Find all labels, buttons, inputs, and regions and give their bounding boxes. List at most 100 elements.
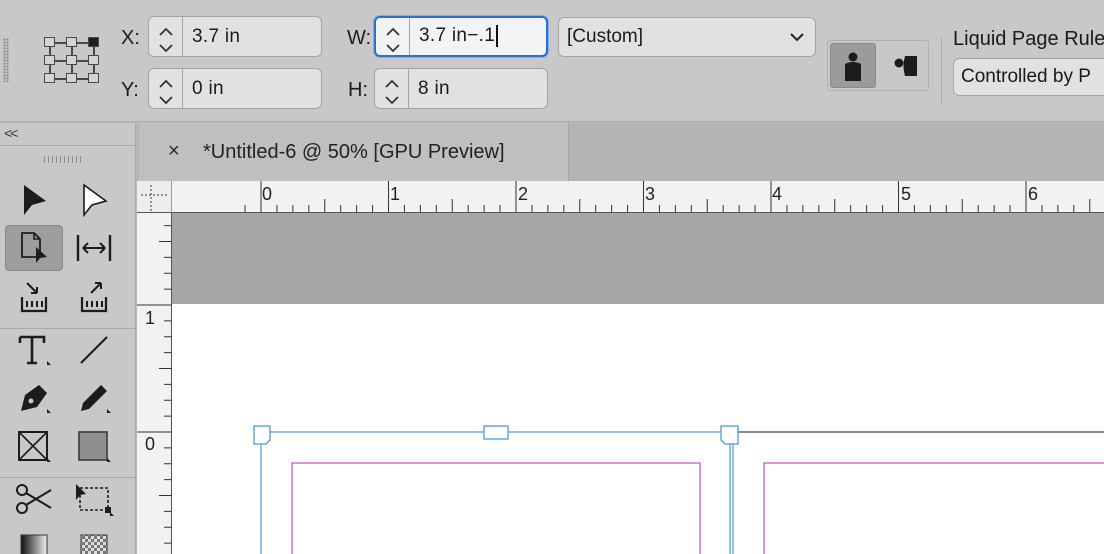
panel-grip[interactable] <box>3 38 9 82</box>
horizontal-ruler-ticks <box>244 181 1091 212</box>
stepper-down-icon[interactable] <box>385 40 401 52</box>
ruler-label: 1 <box>145 308 156 328</box>
ref-point-middle-left[interactable] <box>44 55 55 65</box>
landscape-icon <box>894 55 917 76</box>
portrait-icon <box>845 52 861 81</box>
pen-tool[interactable] <box>5 375 63 421</box>
pencil-tool[interactable] <box>65 375 123 421</box>
selection-arrow-icon <box>24 185 46 215</box>
ruler-origin[interactable] <box>137 181 172 213</box>
direct-selection-arrow-icon <box>83 183 108 218</box>
width-field[interactable]: 3.7 in−.1 <box>374 16 548 57</box>
ref-point-top-right-selected[interactable] <box>88 37 99 47</box>
stepper-down-icon[interactable] <box>384 92 400 104</box>
height-stepper[interactable] <box>375 69 409 108</box>
ruler-label: 0 <box>262 184 273 204</box>
stepper-up-icon[interactable] <box>385 24 401 36</box>
page-size-dropdown[interactable]: [Custom] <box>558 17 816 57</box>
ref-point-top-left[interactable] <box>44 37 55 47</box>
width-text: 3.7 in−.1 <box>419 25 496 47</box>
x-value[interactable]: 3.7 in <box>183 26 240 48</box>
liquid-page-rule-dropdown[interactable]: Controlled by P <box>953 58 1104 96</box>
stepper-up-icon[interactable] <box>384 76 400 88</box>
w-label: W: <box>347 27 372 49</box>
x-label: X: <box>121 27 140 49</box>
free-transform-tool[interactable] <box>65 476 123 522</box>
stepper-down-icon[interactable] <box>158 40 174 52</box>
scissors-icon <box>16 484 52 514</box>
stepper-up-icon[interactable] <box>158 76 174 88</box>
gradient-swatch-tool[interactable] <box>5 525 63 554</box>
line-tool[interactable] <box>65 327 123 373</box>
width-value[interactable]: 3.7 in−.1 <box>410 25 498 48</box>
portrait-button[interactable] <box>830 43 876 88</box>
content-collector-tool[interactable] <box>5 275 63 321</box>
control-divider <box>941 38 942 104</box>
ref-point-top-center[interactable] <box>66 37 77 47</box>
type-tool[interactable] <box>5 327 63 373</box>
document-tab[interactable]: × *Untitled-6 @ 50% [GPU Preview] <box>139 123 569 181</box>
rectangle-icon <box>78 431 111 462</box>
ruler-origin-icon <box>141 185 167 211</box>
content-placer-tool[interactable] <box>65 275 123 321</box>
line-tool-icon <box>80 336 108 364</box>
pencil-tool-icon <box>81 385 111 413</box>
ref-point-bottom-center[interactable] <box>66 73 77 83</box>
ruler-label: 1 <box>390 184 401 204</box>
rectangle-frame-icon <box>18 431 51 462</box>
reference-point-locator[interactable] <box>44 36 100 88</box>
stepper-down-icon[interactable] <box>158 92 174 104</box>
h-label: H: <box>348 79 368 101</box>
width-stepper[interactable] <box>376 18 410 55</box>
document-tab-title[interactable]: *Untitled-6 @ 50% [GPU Preview] <box>203 141 505 164</box>
document-page[interactable] <box>172 304 1104 554</box>
landscape-button[interactable] <box>882 43 928 88</box>
content-collector-icon <box>20 282 48 313</box>
direct-selection-tool[interactable] <box>65 177 123 223</box>
ref-point-center[interactable] <box>66 55 77 65</box>
free-transform-icon <box>76 484 114 516</box>
y-stepper[interactable] <box>149 69 183 108</box>
page-tool-icon <box>21 232 47 263</box>
chevron-down-icon <box>790 33 804 42</box>
gradient-feather-tool[interactable] <box>65 525 123 554</box>
height-field[interactable]: 8 in <box>374 68 548 109</box>
gradient-feather-icon <box>80 534 108 554</box>
vertical-ruler-ticks <box>137 225 171 544</box>
liquid-page-rule-label: Liquid Page Rule <box>953 28 1104 50</box>
collapse-panel-button[interactable]: << <box>4 125 18 141</box>
y-label: Y: <box>121 79 139 101</box>
ref-point-bottom-right[interactable] <box>88 73 99 83</box>
x-position-field[interactable]: 3.7 in <box>148 16 322 57</box>
orientation-toggle <box>827 40 929 91</box>
ruler-label: 4 <box>772 184 783 204</box>
tools-grip[interactable] <box>44 156 84 163</box>
ruler-label: 2 <box>518 184 529 204</box>
ruler-label: 0 <box>145 434 156 454</box>
x-stepper[interactable] <box>149 17 183 56</box>
y-value[interactable]: 0 in <box>183 78 224 100</box>
close-tab-button[interactable]: × <box>168 140 180 163</box>
horizontal-ruler[interactable]: 0 1 2 3 4 5 6 <box>137 181 1104 213</box>
page-size-value: [Custom] <box>567 26 644 47</box>
indesign-window: X: 3.7 in Y: 0 in W: 3.7 in−.1 H: 8 in [… <box>0 0 1104 554</box>
gap-tool[interactable] <box>65 225 123 271</box>
control-panel: X: 3.7 in Y: 0 in W: 3.7 in−.1 H: 8 in [… <box>0 0 1104 122</box>
scissors-tool[interactable] <box>5 476 63 522</box>
tools-panel: << <box>0 123 136 554</box>
rectangle-frame-tool[interactable] <box>5 424 63 470</box>
vertical-ruler[interactable]: 1 0 <box>137 213 172 554</box>
ref-point-middle-right[interactable] <box>88 55 99 65</box>
ruler-label: 3 <box>645 184 656 204</box>
ruler-label: 6 <box>1028 184 1039 204</box>
y-position-field[interactable]: 0 in <box>148 68 322 109</box>
selection-tool[interactable] <box>5 177 63 223</box>
type-tool-icon <box>18 335 51 365</box>
rectangle-tool[interactable] <box>65 424 123 470</box>
liquid-page-rule-value: Controlled by P <box>961 66 1091 87</box>
ref-point-bottom-left[interactable] <box>44 73 55 83</box>
stepper-up-icon[interactable] <box>158 24 174 36</box>
height-value[interactable]: 8 in <box>409 78 450 100</box>
tools-divider <box>0 145 136 146</box>
page-tool[interactable] <box>5 225 63 271</box>
